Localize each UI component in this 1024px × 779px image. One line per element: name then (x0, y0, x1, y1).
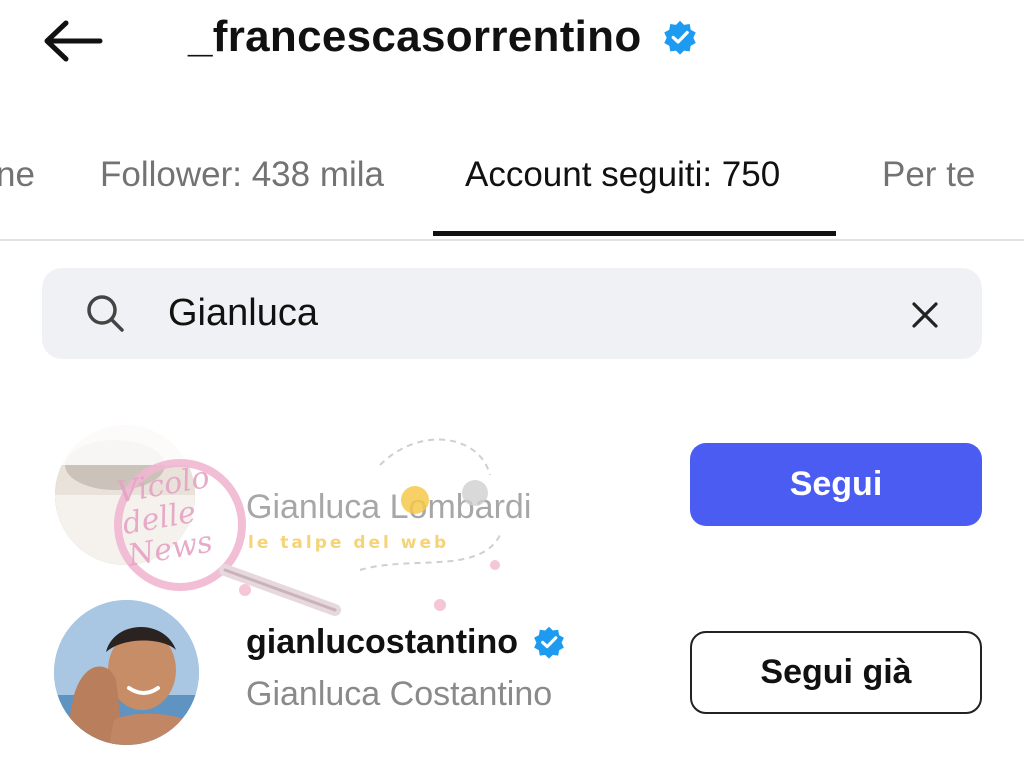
tab-bar: ne Follower: 438 mila Account seguiti: 7… (0, 135, 1024, 241)
result-full-name: Gianluca Lombardi (246, 488, 532, 526)
search-input[interactable] (168, 288, 848, 338)
verified-badge-icon (534, 626, 564, 659)
close-icon[interactable] (908, 298, 942, 332)
tab-following[interactable]: Account seguiti: 750 (465, 155, 780, 195)
profile-username-title: _francescasorrentino (188, 12, 642, 61)
follow-button[interactable]: Segui (690, 443, 982, 526)
tab-for-you[interactable]: Per te (882, 155, 975, 195)
tab-followers[interactable]: Follower: 438 mila (100, 155, 384, 195)
following-button[interactable]: Segui già (690, 631, 982, 714)
tab-partial-left[interactable]: ne (0, 155, 35, 195)
verified-badge-icon (663, 20, 696, 55)
avatar-image (55, 425, 195, 565)
search-icon (87, 295, 124, 332)
profile-title-wrap: _francescasorrentino (188, 12, 698, 62)
result-full-name: Gianluca Costantino (246, 675, 553, 713)
back-button[interactable] (38, 16, 108, 66)
result-username[interactable]: gianlucostantino (246, 623, 518, 662)
avatar[interactable] (54, 600, 199, 745)
arrow-left-icon (44, 20, 103, 62)
active-tab-indicator (433, 231, 836, 236)
avatar-image (54, 600, 199, 745)
header: _francescasorrentino (0, 0, 1024, 90)
avatar[interactable] (55, 425, 195, 565)
